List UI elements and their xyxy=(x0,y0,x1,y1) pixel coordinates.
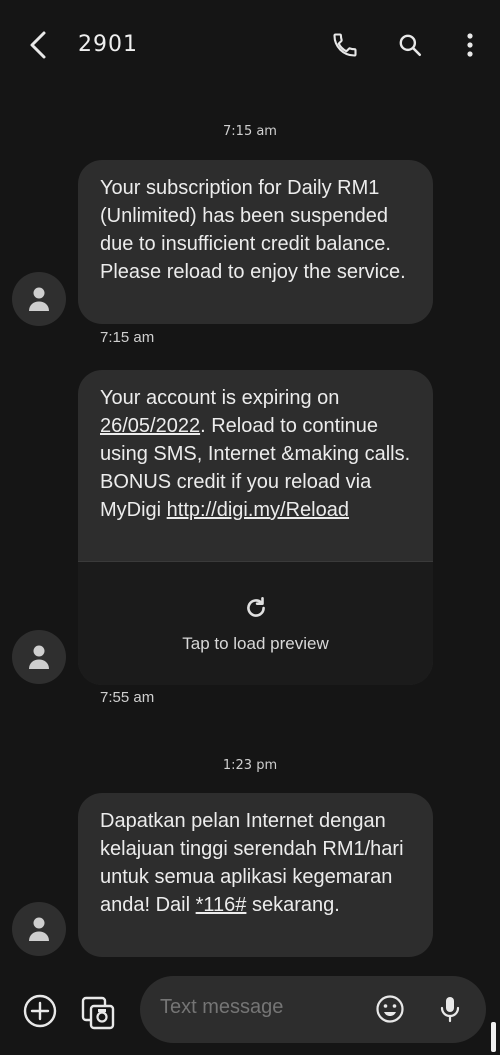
url-link[interactable]: http://digi.my/Reload xyxy=(167,499,349,521)
preview-label: Tap to load preview xyxy=(182,634,329,653)
message-time: 7:55 am xyxy=(100,689,155,706)
message-text-part: sekarang. xyxy=(246,894,340,916)
search-icon xyxy=(399,34,422,57)
person-icon xyxy=(29,917,49,941)
message-text: Your account is expiring on 26/05/2022. … xyxy=(78,370,433,538)
message-bubble[interactable]: Your subscription for Daily RM1 (Unlimit… xyxy=(78,160,433,324)
message-text-part: Your account is expiring on xyxy=(100,387,340,409)
phone-icon xyxy=(333,33,357,57)
person-icon xyxy=(29,645,49,669)
conversation-title: 2901 xyxy=(78,32,138,57)
sender-avatar[interactable] xyxy=(12,630,66,684)
voice-input-button[interactable] xyxy=(434,993,466,1025)
message-bubble[interactable]: Your account is expiring on 26/05/2022. … xyxy=(78,370,433,685)
add-circle-icon xyxy=(23,994,57,1028)
date-divider: 1:23 pm xyxy=(222,758,278,773)
back-arrow-icon xyxy=(30,31,46,59)
call-button[interactable] xyxy=(325,25,365,65)
message-time: 7:15 am xyxy=(100,329,155,346)
back-button[interactable] xyxy=(18,25,58,65)
sender-avatar[interactable] xyxy=(12,272,66,326)
more-options-button[interactable] xyxy=(450,25,490,65)
mic-icon xyxy=(440,997,460,1023)
emoji-button[interactable] xyxy=(374,993,406,1025)
message-bubble[interactable]: Dapatkan pelan Internet dengan kelajuan … xyxy=(78,793,433,957)
text-message-input[interactable] xyxy=(160,996,360,1019)
gallery-button[interactable] xyxy=(80,993,118,1031)
date-divider: 7:15 am xyxy=(223,124,277,139)
message-text: Dapatkan pelan Internet dengan kelajuan … xyxy=(78,793,433,933)
link-preview[interactable]: Tap to load preview xyxy=(78,561,433,685)
emoji-icon xyxy=(376,995,404,1023)
search-button[interactable] xyxy=(390,25,430,65)
gallery-icon xyxy=(81,996,115,1030)
refresh-icon xyxy=(247,596,265,617)
date-link[interactable]: 26/05/2022 xyxy=(100,415,200,437)
person-icon xyxy=(29,287,49,311)
top-app-bar: 2901 xyxy=(0,0,500,90)
message-text: Your subscription for Daily RM1 (Unlimit… xyxy=(100,177,406,283)
compose-bar xyxy=(140,976,486,1043)
more-vertical-icon xyxy=(467,33,473,57)
ussd-code-link[interactable]: *116# xyxy=(196,894,247,916)
add-attachment-button[interactable] xyxy=(22,993,58,1029)
scroll-indicator xyxy=(491,1022,496,1052)
sender-avatar[interactable] xyxy=(12,902,66,956)
